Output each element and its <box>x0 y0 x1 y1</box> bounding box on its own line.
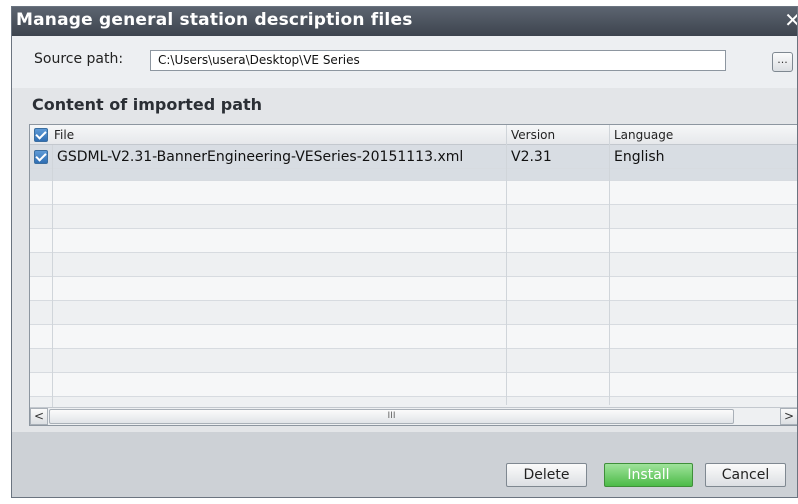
empty-row <box>30 229 797 253</box>
select-all-checkbox[interactable] <box>34 128 48 142</box>
table-row[interactable]: GSDML-V2.31-BannerEngineering-VESeries-2… <box>30 145 797 169</box>
column-divider <box>609 125 610 405</box>
scroll-right-icon[interactable]: > <box>780 408 797 425</box>
dialog-footer: Delete Install Cancel <box>12 432 797 497</box>
table-header: File Version Language <box>30 125 797 145</box>
empty-row <box>30 277 797 301</box>
delete-button[interactable]: Delete <box>506 463 587 487</box>
file-name-cell: GSDML-V2.31-BannerEngineering-VESeries-2… <box>57 149 464 165</box>
column-divider <box>52 145 53 425</box>
column-header-version[interactable]: Version <box>511 125 555 145</box>
horizontal-scrollbar[interactable]: < III > <box>30 407 797 425</box>
browse-button[interactable]: ... <box>772 52 793 72</box>
install-button[interactable]: Install <box>604 463 693 487</box>
manage-gsd-dialog: Manage general station description files… <box>11 6 798 498</box>
source-path-input[interactable]: C:\Users\usera\Desktop\VE Series <box>150 50 726 71</box>
source-path-label: Source path: <box>34 51 124 67</box>
cancel-button[interactable]: Cancel <box>705 463 786 487</box>
title-bar: Manage general station description files… <box>12 7 797 36</box>
version-cell: V2.31 <box>511 149 552 165</box>
dialog-title: Manage general station description files <box>16 10 413 30</box>
row-checkbox[interactable] <box>34 150 48 164</box>
empty-row <box>30 205 797 229</box>
section-title: Content of imported path <box>32 95 263 114</box>
scroll-thumb[interactable]: III <box>49 409 734 424</box>
close-icon[interactable]: ✕ <box>784 8 797 32</box>
column-header-language[interactable]: Language <box>614 125 673 145</box>
scroll-left-icon[interactable]: < <box>30 408 48 425</box>
imported-files-table: File Version Language GSDML-V2.31-Banner… <box>29 124 797 426</box>
source-path-row: Source path: C:\Users\usera\Desktop\VE S… <box>12 36 797 88</box>
empty-row <box>30 349 797 373</box>
empty-row <box>30 169 797 181</box>
column-divider <box>506 125 507 405</box>
empty-row <box>30 181 797 205</box>
empty-row <box>30 253 797 277</box>
empty-row <box>30 373 797 397</box>
empty-row <box>30 325 797 349</box>
column-header-file[interactable]: File <box>54 125 74 145</box>
empty-row <box>30 301 797 325</box>
language-cell: English <box>614 149 665 165</box>
